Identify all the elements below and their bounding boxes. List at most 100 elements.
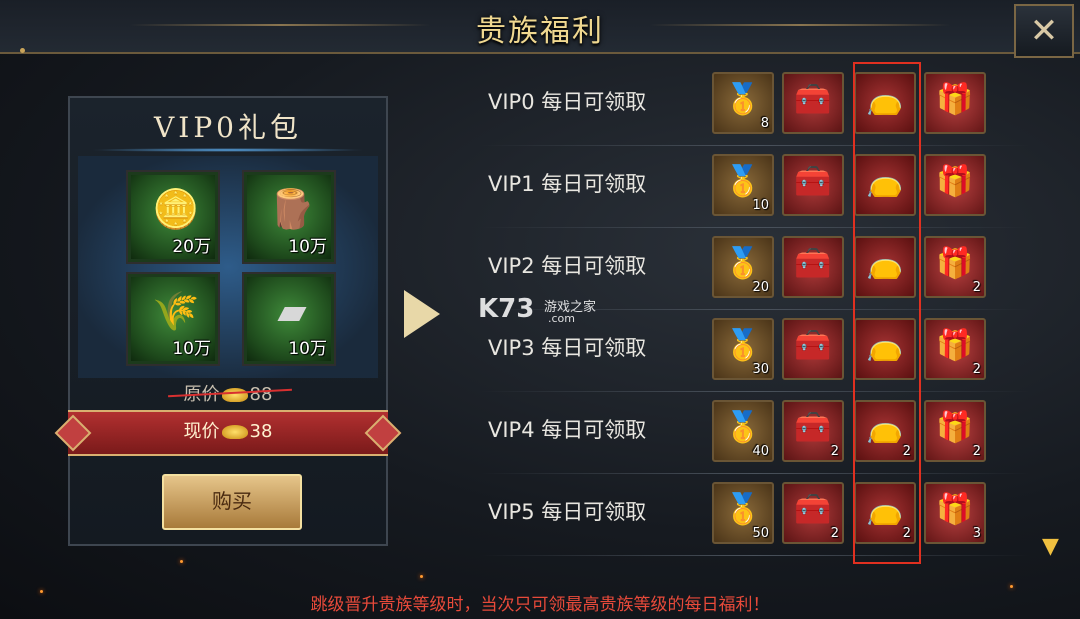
title-bar: 贵族福利 ✕: [0, 0, 1080, 58]
gold-ingot-icon: [221, 425, 248, 439]
ember-particle: [40, 590, 43, 593]
iron-icon: ▰: [277, 289, 307, 333]
watermark-logo: K73: [478, 294, 535, 324]
vip-row-label: VIP4 每日可领取: [488, 418, 647, 442]
gold-ingot-icon: 🥇: [724, 164, 762, 199]
reward-quantity: 2: [830, 526, 839, 541]
package-item-wood[interactable]: 🪵 10万: [242, 170, 336, 264]
vip-row: VIP1 每日可领取 🥇 10 🧰 👝 🎁: [480, 146, 1030, 228]
reward-quantity: 20: [752, 280, 769, 295]
reward-gift-box[interactable]: 🎁: [924, 72, 986, 134]
reward-quantity: 8: [760, 116, 769, 131]
item-quantity: 20万: [172, 237, 211, 257]
treasure-chest-icon: 🧰: [794, 246, 832, 281]
reward-ingot[interactable]: 🥇 50: [712, 482, 774, 544]
reward-quantity: 2: [972, 362, 981, 377]
current-price-banner: 现价 38: [68, 410, 388, 456]
lucky-bag-icon: 👝: [866, 164, 904, 199]
item-quantity: 10万: [172, 339, 211, 359]
reward-treasure-chest[interactable]: 🧰: [782, 318, 844, 380]
package-item-grain[interactable]: 🌾 10万: [126, 272, 220, 366]
treasure-chest-icon: 🧰: [794, 82, 832, 117]
reward-gift-box[interactable]: 🎁 2: [924, 318, 986, 380]
lucky-bag-icon: 👝: [866, 328, 904, 363]
reward-quantity: 2: [902, 526, 911, 541]
reward-quantity: 2: [972, 280, 981, 295]
close-button[interactable]: ✕: [1014, 4, 1074, 58]
reward-gift-box[interactable]: 🎁 2: [924, 236, 986, 298]
reward-lucky-bag[interactable]: 👝: [854, 154, 916, 216]
reward-lucky-bag[interactable]: 👝: [854, 318, 916, 380]
gold-ingot-icon: 🥇: [724, 82, 762, 117]
gold-ingot-icon: 🥇: [724, 328, 762, 363]
reward-quantity: 2: [972, 444, 981, 459]
reward-quantity: 10: [752, 198, 769, 213]
gift-box-icon: 🎁: [936, 492, 974, 527]
reward-quantity: 30: [752, 362, 769, 377]
package-items-area: 🪙 20万 🪵 10万 🌾 10万 ▰ 10万: [78, 156, 378, 378]
reward-quantity: 50: [752, 526, 769, 541]
ember-particle: [420, 575, 423, 578]
vip-row-label: VIP0 每日可领取: [488, 90, 647, 114]
reward-gift-box[interactable]: 🎁 3: [924, 482, 986, 544]
gift-box-icon: 🎁: [936, 328, 974, 363]
gift-box-icon: 🎁: [936, 246, 974, 281]
vip-row: VIP4 每日可领取 🥇 40 🧰 2 👝 2 🎁 2: [480, 392, 1030, 474]
reward-ingot[interactable]: 🥇 10: [712, 154, 774, 216]
reward-lucky-bag[interactable]: 👝 2: [854, 400, 916, 462]
reward-gift-box[interactable]: 🎁 2: [924, 400, 986, 462]
watermark-com: .com: [548, 312, 575, 325]
ember-particle: [180, 560, 183, 563]
reward-ingot[interactable]: 🥇 20: [712, 236, 774, 298]
vip-row-label: VIP1 每日可领取: [488, 172, 647, 196]
vip-row: VIP0 每日可领取 🥇 8 🧰 👝 🎁: [480, 64, 1030, 146]
original-price-value: 88: [249, 384, 273, 405]
coin-icon: 🪙: [152, 187, 200, 231]
reward-gift-box[interactable]: 🎁: [924, 154, 986, 216]
lucky-bag-icon: 👝: [866, 82, 904, 117]
scroll-down-icon[interactable]: ▼: [1042, 534, 1059, 559]
treasure-chest-icon: 🧰: [794, 492, 832, 527]
reward-treasure-chest[interactable]: 🧰: [782, 72, 844, 134]
package-item-iron[interactable]: ▰ 10万: [242, 272, 336, 366]
row-divider: [480, 555, 1030, 556]
gold-ingot-icon: 🥇: [724, 410, 762, 445]
reward-treasure-chest[interactable]: 🧰 2: [782, 482, 844, 544]
reward-quantity: 2: [830, 444, 839, 459]
treasure-chest-icon: 🧰: [794, 328, 832, 363]
reward-quantity: 2: [902, 444, 911, 459]
item-quantity: 10万: [288, 339, 327, 359]
footer-note: 跳级晋升贵族等级时，当次只可领最高贵族等级的每日福利！: [310, 595, 770, 615]
lucky-bag-icon: 👝: [866, 492, 904, 527]
reward-ingot[interactable]: 🥇 30: [712, 318, 774, 380]
reward-ingot[interactable]: 🥇 8: [712, 72, 774, 134]
vip-row-label: VIP5 每日可领取: [488, 500, 647, 524]
reward-treasure-chest[interactable]: 🧰: [782, 236, 844, 298]
close-icon: ✕: [1029, 11, 1059, 51]
reward-quantity: 3: [972, 526, 981, 541]
reward-treasure-chest[interactable]: 🧰 2: [782, 400, 844, 462]
reward-lucky-bag[interactable]: 👝: [854, 236, 916, 298]
gold-ingot-icon: 🥇: [724, 246, 762, 281]
wood-icon: 🪵: [268, 187, 316, 231]
treasure-chest-icon: 🧰: [794, 410, 832, 445]
package-title-glow: [90, 148, 366, 152]
buy-button[interactable]: 购买: [162, 474, 302, 530]
gift-box-icon: 🎁: [936, 164, 974, 199]
lucky-bag-icon: 👝: [866, 410, 904, 445]
package-item-coin[interactable]: 🪙 20万: [126, 170, 220, 264]
original-price: 原价88: [70, 380, 386, 406]
vip-row-label: VIP3 每日可领取: [488, 336, 647, 360]
current-price-value: 38: [249, 421, 273, 442]
vip-package-panel: VIP0礼包 🪙 20万 🪵 10万 🌾 10万 ▰ 10万 原价88 现价 38…: [68, 96, 388, 546]
grain-icon: 🌾: [152, 289, 200, 333]
reward-treasure-chest[interactable]: 🧰: [782, 154, 844, 216]
reward-lucky-bag[interactable]: 👝 2: [854, 482, 916, 544]
vip-row-label: VIP2 每日可领取: [488, 254, 647, 278]
gold-ingot-icon: [221, 388, 248, 402]
treasure-chest-icon: 🧰: [794, 164, 832, 199]
gift-box-icon: 🎁: [936, 82, 974, 117]
reward-quantity: 40: [752, 444, 769, 459]
reward-lucky-bag[interactable]: 👝: [854, 72, 916, 134]
reward-ingot[interactable]: 🥇 40: [712, 400, 774, 462]
